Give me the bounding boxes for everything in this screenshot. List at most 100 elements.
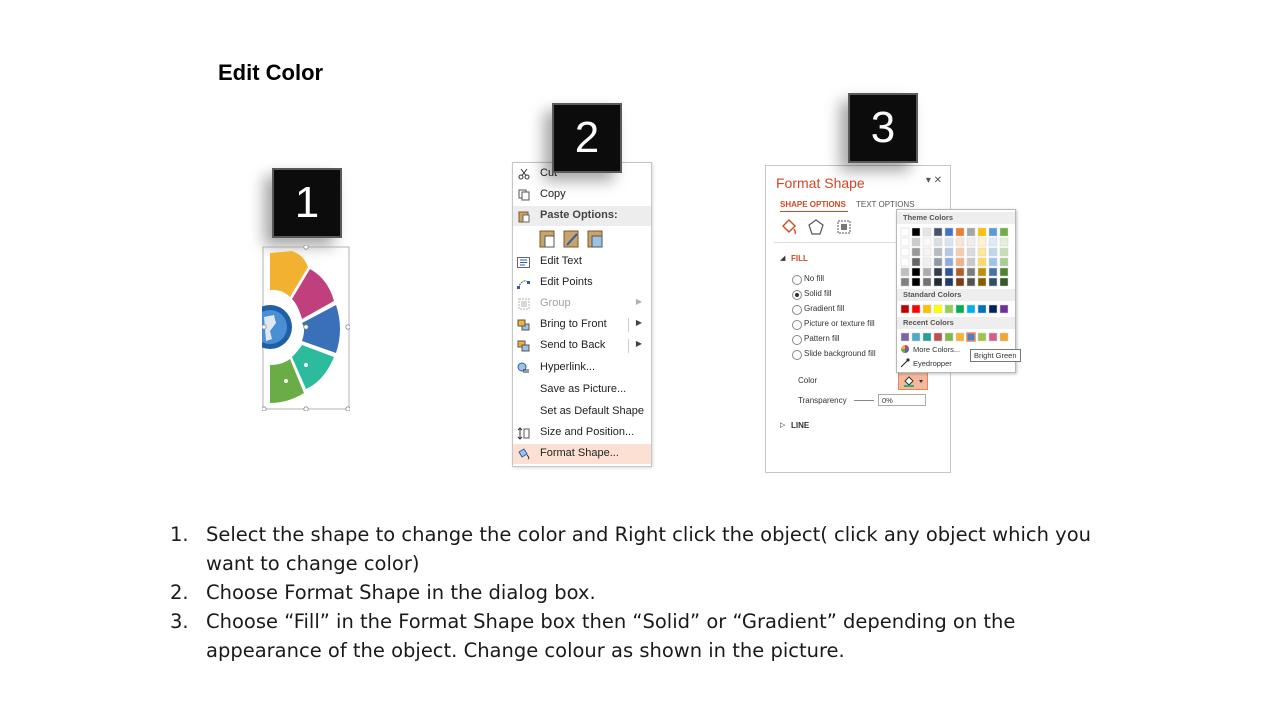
transparency-input[interactable]: 0% bbox=[878, 394, 926, 406]
transparency-slider[interactable] bbox=[854, 400, 874, 401]
theme-color-swatch[interactable] bbox=[966, 227, 976, 237]
size-properties-icon[interactable] bbox=[836, 219, 852, 235]
standard-color-swatch[interactable] bbox=[999, 304, 1009, 314]
fill-collapse-arrow-icon[interactable]: ◢ bbox=[780, 254, 785, 262]
recent-color-swatch[interactable] bbox=[966, 332, 976, 342]
theme-color-swatch[interactable] bbox=[944, 257, 954, 267]
theme-color-swatch[interactable] bbox=[988, 277, 998, 287]
standard-color-swatch[interactable] bbox=[933, 304, 943, 314]
recent-color-swatch[interactable] bbox=[955, 332, 965, 342]
menu-item-bring-to-front[interactable]: Bring to Front ▶ bbox=[513, 315, 651, 335]
standard-color-swatch[interactable] bbox=[900, 304, 910, 314]
radio-gradient-fill[interactable] bbox=[792, 305, 802, 315]
theme-color-swatch[interactable] bbox=[922, 237, 932, 247]
theme-color-swatch[interactable] bbox=[944, 277, 954, 287]
theme-color-swatch[interactable] bbox=[911, 267, 921, 277]
theme-color-swatch[interactable] bbox=[999, 257, 1009, 267]
theme-color-swatch[interactable] bbox=[977, 267, 987, 277]
theme-color-swatch[interactable] bbox=[999, 227, 1009, 237]
effects-pentagon-icon[interactable] bbox=[808, 219, 824, 235]
theme-color-swatch[interactable] bbox=[966, 247, 976, 257]
theme-color-swatch[interactable] bbox=[922, 277, 932, 287]
menu-item-send-to-back[interactable]: Send to Back ▶ bbox=[513, 336, 651, 356]
pane-close-controls[interactable]: ▾ ✕ bbox=[926, 175, 942, 186]
recent-color-swatch[interactable] bbox=[988, 332, 998, 342]
radio-slide-background-fill[interactable] bbox=[792, 350, 802, 360]
standard-color-swatch[interactable] bbox=[911, 304, 921, 314]
theme-color-swatch[interactable] bbox=[933, 247, 943, 257]
standard-color-swatch[interactable] bbox=[922, 304, 932, 314]
theme-color-swatch[interactable] bbox=[911, 257, 921, 267]
fill-section-header[interactable]: FILL bbox=[791, 254, 808, 263]
theme-color-swatch[interactable] bbox=[999, 237, 1009, 247]
line-expand-arrow-icon[interactable]: ▷ bbox=[780, 421, 785, 429]
theme-color-swatch[interactable] bbox=[999, 277, 1009, 287]
theme-color-swatch[interactable] bbox=[900, 237, 910, 247]
theme-color-swatch[interactable] bbox=[933, 257, 943, 267]
standard-color-swatch[interactable] bbox=[966, 304, 976, 314]
theme-color-swatch[interactable] bbox=[911, 227, 921, 237]
theme-color-swatch[interactable] bbox=[966, 277, 976, 287]
radio-solid-fill[interactable] bbox=[792, 290, 802, 300]
theme-color-swatch[interactable] bbox=[944, 227, 954, 237]
theme-color-swatch[interactable] bbox=[988, 267, 998, 277]
theme-color-swatch[interactable] bbox=[999, 247, 1009, 257]
eyedropper-item[interactable]: Eyedropper bbox=[913, 359, 952, 368]
theme-color-swatch[interactable] bbox=[922, 267, 932, 277]
submenu-arrow-icon[interactable]: ▶ bbox=[636, 318, 642, 327]
standard-color-swatch[interactable] bbox=[955, 304, 965, 314]
theme-color-swatch[interactable] bbox=[933, 227, 943, 237]
standard-color-swatch[interactable] bbox=[988, 304, 998, 314]
theme-color-swatch[interactable] bbox=[988, 257, 998, 267]
theme-color-swatch[interactable] bbox=[933, 237, 943, 247]
fill-color-button[interactable] bbox=[898, 372, 928, 390]
theme-color-swatch[interactable] bbox=[977, 237, 987, 247]
theme-color-swatch[interactable] bbox=[955, 257, 965, 267]
theme-color-grid[interactable] bbox=[900, 227, 1012, 287]
theme-color-swatch[interactable] bbox=[911, 247, 921, 257]
radio-pattern-fill[interactable] bbox=[792, 335, 802, 345]
theme-color-swatch[interactable] bbox=[977, 277, 987, 287]
theme-color-swatch[interactable] bbox=[944, 247, 954, 257]
theme-color-swatch[interactable] bbox=[977, 247, 987, 257]
recent-color-row[interactable] bbox=[900, 332, 1012, 342]
radio-no-fill[interactable] bbox=[792, 275, 802, 285]
theme-color-swatch[interactable] bbox=[977, 227, 987, 237]
theme-color-swatch[interactable] bbox=[911, 277, 921, 287]
theme-color-swatch[interactable] bbox=[966, 257, 976, 267]
theme-color-swatch[interactable] bbox=[966, 267, 976, 277]
menu-item-hyperlink[interactable]: Hyperlink... bbox=[513, 358, 651, 378]
standard-color-swatch[interactable] bbox=[944, 304, 954, 314]
semicircle-infographic-shape[interactable] bbox=[262, 245, 350, 411]
theme-color-swatch[interactable] bbox=[933, 277, 943, 287]
recent-color-swatch[interactable] bbox=[999, 332, 1009, 342]
recent-color-swatch[interactable] bbox=[922, 332, 932, 342]
theme-color-swatch[interactable] bbox=[933, 267, 943, 277]
menu-item-edit-text[interactable]: Edit Text bbox=[513, 252, 651, 272]
theme-color-swatch[interactable] bbox=[988, 247, 998, 257]
paste-variants-icon[interactable] bbox=[539, 229, 609, 249]
theme-color-swatch[interactable] bbox=[955, 237, 965, 247]
theme-color-swatch[interactable] bbox=[955, 247, 965, 257]
theme-color-swatch[interactable] bbox=[900, 257, 910, 267]
more-colors-item[interactable]: More Colors... bbox=[913, 345, 960, 354]
menu-item-copy[interactable]: Copy bbox=[513, 185, 651, 205]
recent-color-swatch[interactable] bbox=[977, 332, 987, 342]
recent-color-swatch[interactable] bbox=[900, 332, 910, 342]
theme-color-swatch[interactable] bbox=[922, 247, 932, 257]
theme-color-swatch[interactable] bbox=[900, 267, 910, 277]
standard-color-row[interactable] bbox=[900, 304, 1012, 314]
menu-item-size-and-position[interactable]: Size and Position... bbox=[513, 423, 651, 443]
theme-color-swatch[interactable] bbox=[911, 237, 921, 247]
tab-text-options[interactable]: TEXT OPTIONS bbox=[856, 200, 915, 209]
recent-color-swatch[interactable] bbox=[944, 332, 954, 342]
theme-color-swatch[interactable] bbox=[977, 257, 987, 267]
theme-color-swatch[interactable] bbox=[988, 227, 998, 237]
line-section-header[interactable]: LINE bbox=[791, 421, 809, 430]
theme-color-swatch[interactable] bbox=[966, 237, 976, 247]
theme-color-swatch[interactable] bbox=[999, 267, 1009, 277]
tab-shape-options[interactable]: SHAPE OPTIONS bbox=[780, 200, 846, 209]
theme-color-swatch[interactable] bbox=[944, 237, 954, 247]
theme-color-swatch[interactable] bbox=[988, 237, 998, 247]
standard-color-swatch[interactable] bbox=[977, 304, 987, 314]
